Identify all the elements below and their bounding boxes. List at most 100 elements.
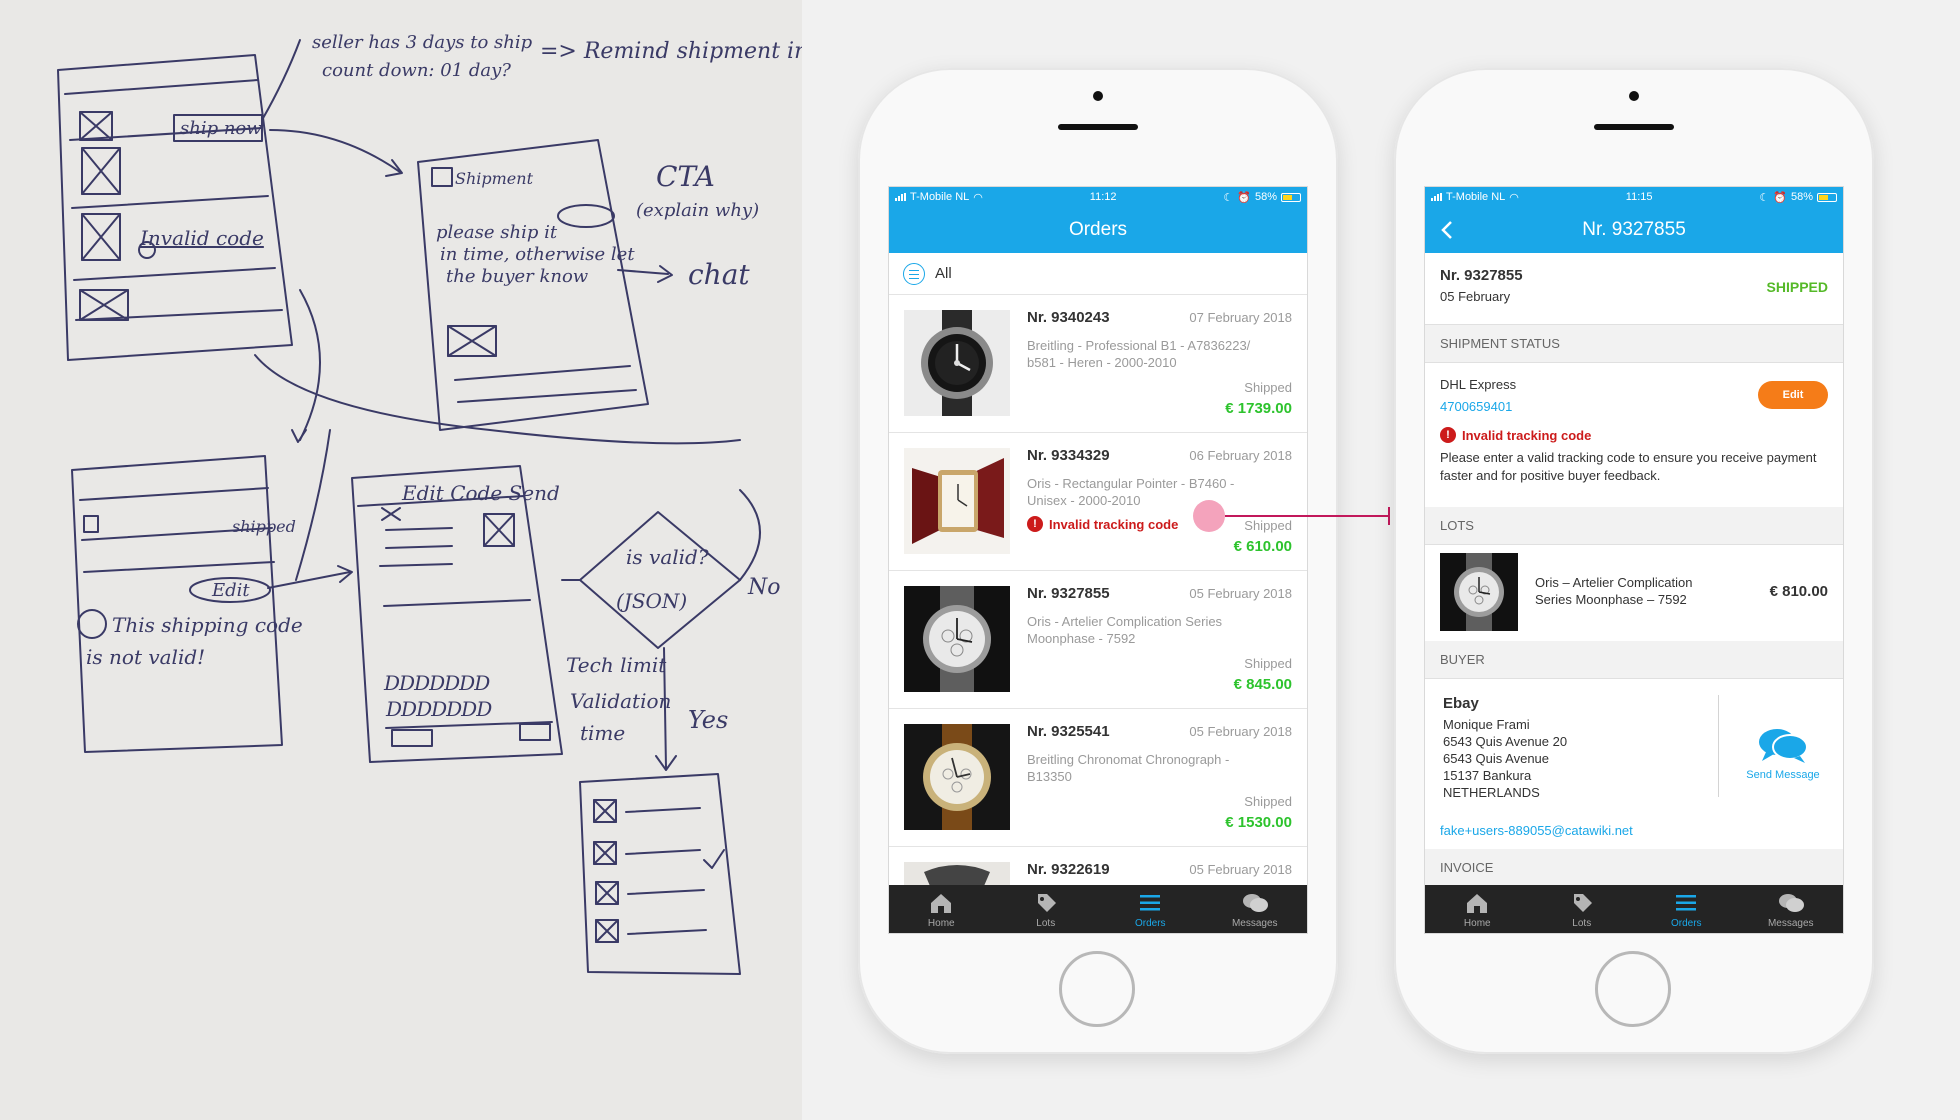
order-description: Oris - Artelier Complication Series Moon… [1027,614,1223,646]
battery-icon [1280,192,1301,202]
order-detail-screen: T-Mobile NL ◠ 11:15 ☾ ⏰ 58% Nr. 9327855 … [1424,186,1844,934]
tab-orders[interactable]: Orders [1098,885,1203,933]
tab-home[interactable]: Home [1425,885,1530,933]
sketch-please-ship: please ship it [436,222,558,243]
order-list: Nr. 9340243 07 February 2018 Breitling -… [889,295,1307,933]
order-price: € 1739.00 [1225,400,1292,417]
sketch-is-valid: is valid? [626,545,709,569]
tab-orders[interactable]: Orders [1634,885,1739,933]
order-date: 05 February [1440,289,1511,304]
wifi-icon: ◠ [1509,191,1519,204]
order-row[interactable]: Nr. 9334329 06 February 2018 Oris - Rect… [889,433,1307,571]
tab-home-label: Home [1463,918,1491,929]
status-badge: SHIPPED [1766,279,1828,295]
order-row[interactable]: Nr. 9340243 07 February 2018 Breitling -… [889,295,1307,433]
chat-bubbles-icon [1242,894,1268,912]
moon-icon: ☾ [1759,191,1770,204]
warning-icon: ! [1027,516,1043,532]
annotation-connector-end [1388,507,1390,525]
sketch-edit-code: Edit Code Send [401,481,560,505]
signal-icon [895,193,906,201]
warning-text: Invalid tracking code [1049,516,1179,532]
send-message-button[interactable]: Send Message [1727,725,1839,781]
sketch-shipment: Shipment [455,169,534,188]
sketch-this-code: This shipping code [112,613,303,637]
order-number: Nr. 9334329 [1027,447,1110,464]
phone-order-detail: T-Mobile NL ◠ 11:15 ☾ ⏰ 58% Nr. 9327855 … [1394,68,1874,1054]
phone-orders: T-Mobile NL ◠ 11:12 ☾ ⏰ 58% Orders All N… [858,68,1338,1054]
warning-text: Invalid tracking code [1462,427,1592,443]
tab-lots[interactable]: Lots [1530,885,1635,933]
edit-tracking-button[interactable]: Edit [1758,381,1828,409]
filter-bar[interactable]: All [889,253,1307,295]
sketch-ship-now: ship now [180,118,262,139]
invalid-tracking-warning: ! Invalid tracking code [1027,516,1178,532]
filter-icon[interactable] [903,262,925,285]
buyer-heading: BUYER [1425,641,1843,679]
sketch-json: (JSON) [616,589,687,613]
sketch-chat: chat [688,258,750,291]
wifi-icon: ◠ [973,191,983,204]
sketch-invalid-code: Invalid code [139,226,264,250]
order-date: 05 February 2018 [1189,586,1292,601]
tracking-code-link[interactable]: 4700659401 [1440,399,1512,414]
order-date: 07 February 2018 [1189,310,1292,325]
order-price: € 1530.00 [1225,814,1292,831]
home-button[interactable] [1595,951,1671,1027]
nav-bar: Nr. 9327855 [1425,207,1843,253]
order-row[interactable]: Nr. 9325541 05 February 2018 Breitling C… [889,709,1307,847]
signal-icon [1431,193,1442,201]
order-row[interactable]: Nr. 9327855 05 February 2018 Oris - Arte… [889,571,1307,709]
lot-name[interactable]: Oris – Artelier Complication Series Moon… [1535,574,1725,608]
annotation-tap-marker [1193,500,1225,532]
tab-bar: Home Lots Orders Messages [889,885,1307,933]
order-summary: Nr. 9327855 05 February SHIPPED [1425,253,1843,325]
warning-icon: ! [1440,427,1456,443]
shipment-status-heading: SHIPMENT STATUS [1425,325,1843,363]
order-number: Nr. 9322619 [1027,861,1110,878]
clock: 11:15 [1625,191,1653,203]
tracking-help-text: Please enter a valid tracking code to en… [1440,450,1817,483]
svg-text:DDDDDDD: DDDDDDD [385,697,492,721]
watch-thumbnail [904,310,1010,416]
back-chevron-icon[interactable] [1437,219,1459,241]
battery-label: 58% [1790,191,1813,203]
order-date: 06 February 2018 [1189,448,1292,463]
alarm-icon: ⏰ [1237,191,1251,204]
sketch-edit: Edit [211,580,250,601]
watch-thumbnail [904,586,1010,692]
sketch-drawing: ship now Invalid code seller has 3 days … [57,32,802,975]
sketch-no: No [747,575,781,600]
tab-home[interactable]: Home [889,885,994,933]
buyer-divider [1718,695,1719,797]
lot-thumbnail[interactable] [1440,553,1518,631]
moon-icon: ☾ [1223,191,1234,204]
battery-icon [1816,192,1837,202]
tab-messages-label: Messages [1767,918,1814,929]
home-button[interactable] [1059,951,1135,1027]
buyer-email-link[interactable]: fake+users-889055@catawiki.net [1440,823,1633,838]
tab-lots[interactable]: Lots [994,885,1099,933]
speaker-grille [1058,124,1138,130]
home-icon [931,894,952,913]
lots-heading: LOTS [1425,507,1843,545]
tab-messages[interactable]: Messages [1203,885,1308,933]
svg-text:DDDDDDD: DDDDDDD [383,671,490,695]
sketch-seller-note: seller has 3 days to ship [312,32,533,53]
order-status: Shipped [1244,518,1292,533]
buyer-address-line: 6543 Quis Avenue [1443,751,1550,766]
sketch-cta: CTA [656,160,715,193]
chat-bubbles-icon [1778,894,1804,912]
tag-icon [1573,894,1592,912]
order-number: Nr. 9327855 [1440,267,1523,284]
battery-label: 58% [1254,191,1277,203]
buyer-address-line: Monique Frami [1443,717,1530,732]
lot-price: € 810.00 [1769,583,1828,600]
tab-messages[interactable]: Messages [1739,885,1844,933]
order-description: Oris - Rectangular Pointer - B7460 - Uni… [1027,476,1235,508]
filter-label: All [935,265,952,282]
list-icon [1676,895,1697,911]
alarm-icon: ⏰ [1773,191,1787,204]
tab-lots-label: Lots [1036,918,1056,929]
tab-home-label: Home [927,918,955,929]
